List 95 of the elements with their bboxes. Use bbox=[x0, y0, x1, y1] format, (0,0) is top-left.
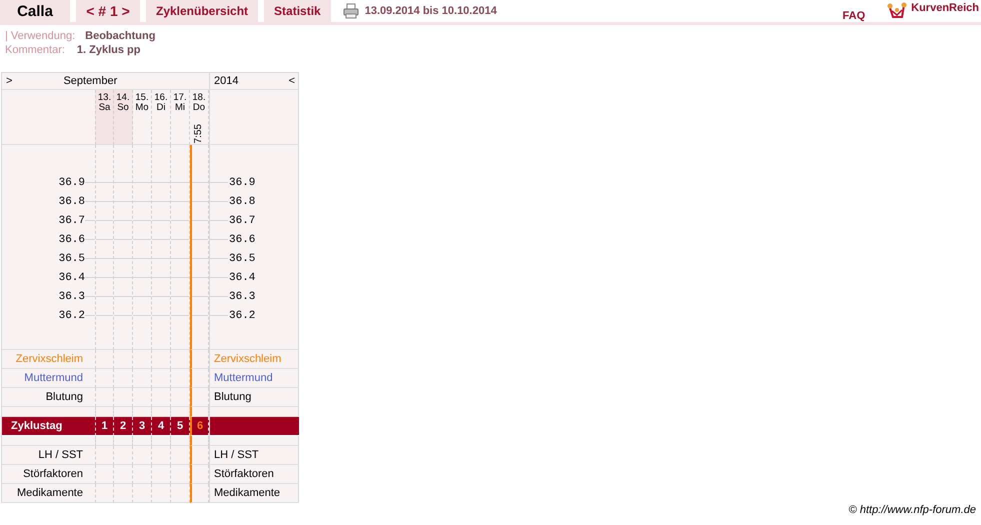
chart-cell bbox=[114, 350, 133, 369]
chart-cell bbox=[171, 446, 190, 465]
copyright-text: © http://www.nfp-forum.de bbox=[848, 504, 976, 516]
chart-cell bbox=[133, 436, 152, 446]
chart-cell bbox=[190, 369, 209, 388]
chart-cell bbox=[152, 388, 171, 407]
chart-cell bbox=[190, 350, 209, 369]
day-header: 17. Mi bbox=[171, 90, 190, 145]
field-value: Beobachtung bbox=[85, 30, 156, 42]
cycle-day-cell: 6 bbox=[190, 417, 209, 436]
chart-cell bbox=[152, 465, 171, 484]
temperature-label: 36.9 bbox=[229, 176, 256, 188]
cycle-day-cell: 1 bbox=[95, 417, 114, 436]
chart-cell bbox=[133, 369, 152, 388]
chart-cell bbox=[95, 436, 114, 446]
row-label: Zervixschleim bbox=[209, 350, 299, 369]
chart-cell bbox=[152, 369, 171, 388]
day-header: 14. So bbox=[114, 90, 133, 145]
row-label: LH / SST bbox=[2, 446, 95, 465]
temperature-label: 36.5 bbox=[229, 252, 256, 264]
cycle-day-cell: 3 bbox=[133, 417, 152, 436]
chart-cell bbox=[114, 446, 133, 465]
chart-cell bbox=[171, 436, 190, 446]
chart-cell bbox=[133, 388, 152, 407]
row-label: Muttermund bbox=[2, 369, 95, 388]
chart-cell bbox=[114, 369, 133, 388]
chart-cell bbox=[190, 388, 209, 407]
faq-link[interactable]: FAQ bbox=[842, 10, 866, 22]
temperature-label: 36.7 bbox=[229, 214, 256, 226]
printer-icon[interactable] bbox=[342, 3, 359, 19]
row-label: Blutung bbox=[209, 388, 299, 407]
row-label: Zervixschleim bbox=[2, 350, 95, 369]
temperature-label: 36.3 bbox=[229, 290, 256, 302]
row-label: LH / SST bbox=[209, 446, 299, 465]
chart-cell bbox=[171, 369, 190, 388]
user-name: Calla bbox=[0, 0, 70, 22]
chart-cell bbox=[171, 465, 190, 484]
chart-cell bbox=[152, 436, 171, 446]
month-label: September bbox=[63, 75, 118, 87]
next-month-button[interactable]: < bbox=[288, 75, 295, 87]
temperature-label: 36.9 bbox=[58, 176, 85, 188]
temperature-label: 36.6 bbox=[229, 234, 256, 246]
nav-tab[interactable]: Zyklenübersicht bbox=[146, 0, 258, 22]
logo-icon bbox=[887, 2, 908, 20]
previous-month-button[interactable]: > bbox=[6, 75, 12, 87]
nav-tab[interactable]: Statistik bbox=[264, 0, 331, 22]
chart-cell bbox=[171, 350, 190, 369]
day-header: 16. Di bbox=[152, 90, 171, 145]
chart-cell bbox=[95, 465, 114, 484]
cycle-day-cell: 4 bbox=[152, 417, 171, 436]
chart-cell bbox=[171, 388, 190, 407]
cycle-day-row-label: Zyklustag bbox=[2, 417, 95, 436]
date-range: 13.09.2014 bis 10.10.2014 bbox=[364, 5, 497, 17]
day-header: 13. Sa bbox=[95, 90, 114, 145]
chart-cell bbox=[190, 436, 209, 446]
chart-cell bbox=[95, 350, 114, 369]
temperature-label: 36.4 bbox=[229, 272, 256, 284]
row-label: Störfaktoren bbox=[209, 465, 299, 484]
temperature-label: 36.5 bbox=[58, 252, 85, 264]
row-label: Störfaktoren bbox=[2, 465, 95, 484]
temperature-label: 36.4 bbox=[58, 272, 85, 284]
row-label: Muttermund bbox=[209, 369, 299, 388]
field-value: 1. Zyklus pp bbox=[76, 44, 140, 56]
chart-cell bbox=[190, 465, 209, 484]
temperature-label: 36.8 bbox=[229, 196, 256, 208]
day-header: 18. Do 7:55 bbox=[190, 90, 209, 145]
temperature-label: 36.7 bbox=[58, 214, 85, 226]
chart-cell bbox=[95, 446, 114, 465]
chart-cell bbox=[95, 388, 114, 407]
chart-cell bbox=[114, 436, 133, 446]
temperature-label: 36.8 bbox=[58, 196, 85, 208]
chart-cell bbox=[114, 388, 133, 407]
year-label: 2014 bbox=[214, 75, 238, 87]
row-label: Medikamente bbox=[2, 484, 95, 503]
day-header: 15. Mo bbox=[133, 90, 152, 145]
cycle-day-cell: 5 bbox=[171, 417, 190, 436]
temperature-label: 36.2 bbox=[229, 310, 256, 322]
chart-cell bbox=[190, 446, 209, 465]
chart-cell bbox=[152, 446, 171, 465]
temperature-label: 36.6 bbox=[58, 234, 85, 246]
chart-cell bbox=[95, 369, 114, 388]
chart-cell bbox=[152, 350, 171, 369]
temperature-label: 36.2 bbox=[58, 310, 85, 322]
row-label: Blutung bbox=[2, 388, 95, 407]
chart-cell bbox=[133, 350, 152, 369]
cycle-navigation[interactable]: < # 1 > bbox=[76, 0, 140, 22]
row-label: Medikamente bbox=[209, 484, 299, 503]
chart-cell bbox=[133, 465, 152, 484]
chart-cell bbox=[133, 446, 152, 465]
temperature-label: 36.3 bbox=[58, 290, 85, 302]
field-label: | Verwendung: bbox=[5, 30, 76, 42]
brand-name: KurvenReich bbox=[911, 2, 979, 14]
field-label: Kommentar: bbox=[5, 44, 65, 56]
chart-cell bbox=[114, 465, 133, 484]
cycle-day-cell: 2 bbox=[114, 417, 133, 436]
